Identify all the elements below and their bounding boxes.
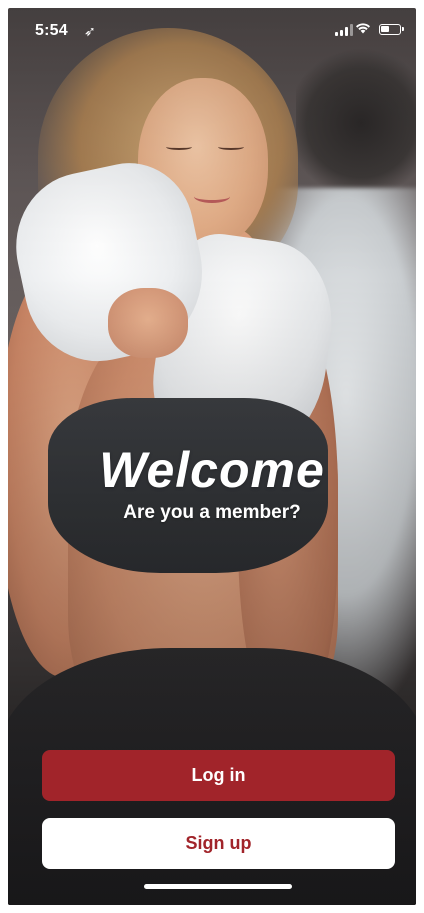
member-question: Are you a member? bbox=[123, 502, 301, 523]
status-bar: 5:54 ➶ bbox=[8, 8, 416, 52]
signup-button[interactable]: Sign up bbox=[42, 818, 395, 869]
wifi-icon bbox=[355, 21, 371, 38]
battery-icon bbox=[379, 24, 404, 35]
location-arrow-icon: ➶ bbox=[84, 23, 96, 39]
app-screen: 5:54 ➶ Welcome Are you a member? Log in … bbox=[8, 8, 416, 905]
cellular-signal-icon bbox=[335, 24, 353, 36]
status-time: 5:54 bbox=[35, 22, 68, 39]
home-indicator[interactable] bbox=[144, 884, 292, 889]
welcome-title: Welcome bbox=[99, 442, 325, 498]
login-button[interactable]: Log in bbox=[42, 750, 395, 801]
